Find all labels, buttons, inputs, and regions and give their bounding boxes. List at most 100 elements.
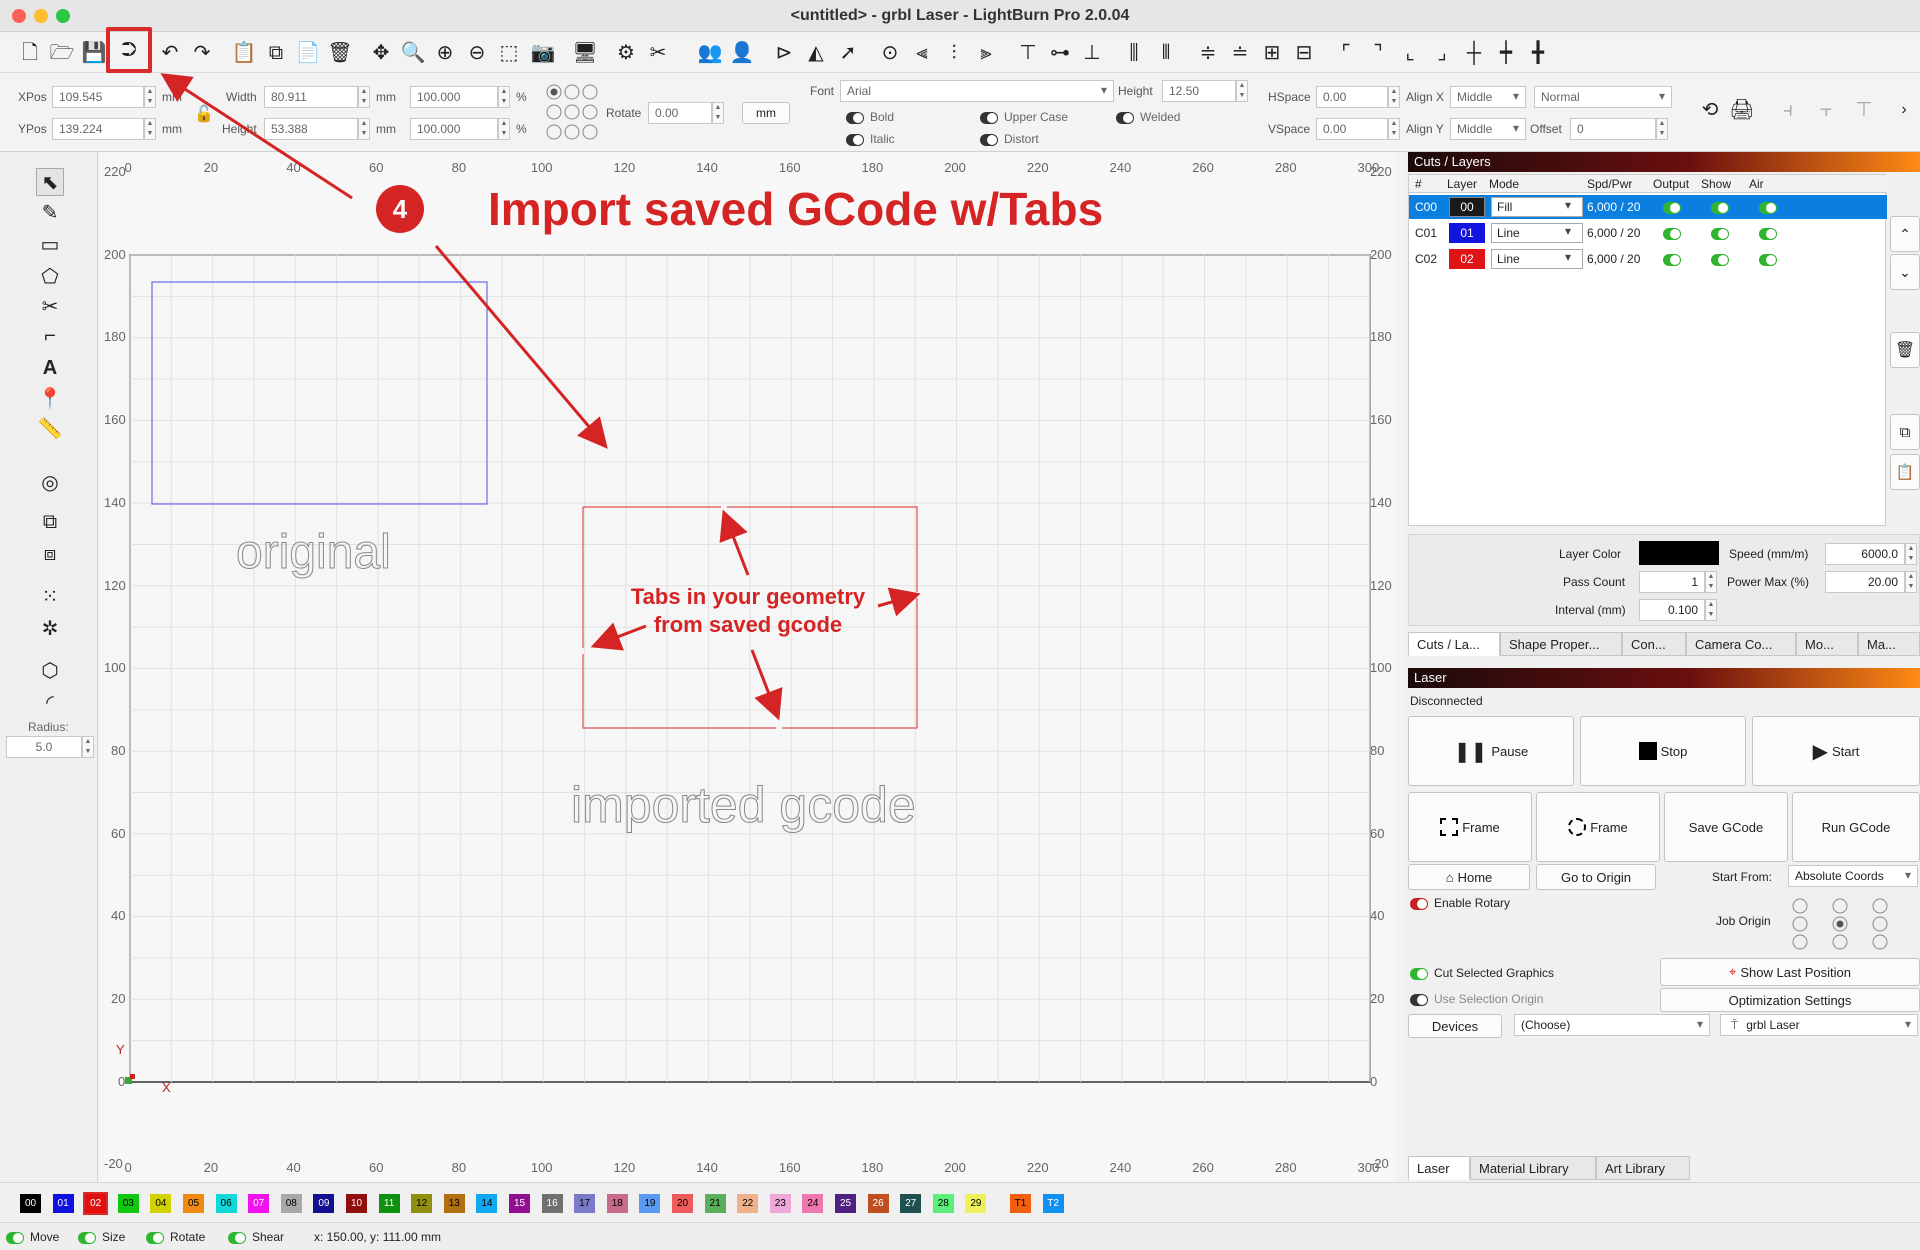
align-y-select[interactable]: Middle [1450,118,1526,140]
cross-a-icon[interactable]: ┼ [1460,39,1488,67]
align-middle-icon[interactable]: ⊶ [1046,39,1074,67]
tab-shape-properties[interactable]: Shape Proper... [1500,632,1622,656]
palette-swatch-04[interactable]: 04 [150,1194,172,1213]
refresh-icon[interactable]: ⟲ [1696,96,1724,124]
palette-swatch-27[interactable]: 27 [900,1194,922,1213]
cut-selected-toggle[interactable]: Cut Selected Graphics [1410,966,1554,980]
zoom-out-icon[interactable]: ⊖ [463,39,491,67]
palette-swatch-11[interactable]: 11 [378,1194,400,1213]
italic-toggle[interactable]: Italic [846,132,895,146]
hspace-field[interactable]: 0.00 [1316,86,1388,108]
frame-round-button[interactable]: Frame [1536,792,1660,862]
table-row[interactable]: C01 01 Line ▾ 6,000 / 20 [1409,221,1887,245]
align-left-icon[interactable]: ⫷ [908,39,936,67]
dock-b-icon[interactable]: ⊟ [1290,39,1318,67]
palette-swatch-06[interactable]: 06 [215,1194,237,1213]
align-x-select[interactable]: Middle [1450,86,1526,108]
palette-swatch-25[interactable]: 25 [835,1194,856,1213]
zoom-in-icon[interactable]: ⊕ [431,39,459,67]
dock-right-icon[interactable]: ⫟ [1812,96,1840,124]
pass-count-spinner[interactable]: ▲ ▼ [1705,571,1717,593]
offset-spinner[interactable]: ▲ ▼ [1656,118,1668,140]
corner-radius-icon[interactable]: ◜ [36,688,64,716]
air-toggle[interactable] [1759,252,1783,266]
use-selection-origin-toggle[interactable]: Use Selection Origin [1410,992,1543,1006]
radius-field[interactable]: 5.0 [6,736,82,758]
grid-array-icon[interactable]: ⁙ [36,582,64,610]
imported-gcode-text[interactable]: imported gcode [565,774,985,836]
palette-swatch-01[interactable]: 01 [52,1194,74,1213]
save-gcode-button[interactable]: Save GCode [1664,792,1788,862]
corner-tl-icon[interactable]: ⌜ [1332,39,1360,67]
speed-spinner[interactable]: ▲ ▼ [1905,543,1917,565]
copy-icon[interactable]: ⧉ [262,39,290,67]
hspace-spinner[interactable]: ▲ ▼ [1388,86,1400,108]
output-toggle[interactable] [1663,252,1687,266]
settings-icon[interactable]: ⚙ [612,39,640,67]
port-select[interactable]: (Choose) [1514,1014,1710,1036]
output-toggle[interactable] [1663,200,1687,214]
table-row[interactable]: C00 00 Fill ▾ 6,000 / 20 [1409,195,1887,219]
lock-icon[interactable]: 🔓 [194,104,214,124]
air-toggle[interactable] [1759,200,1783,214]
palette-swatch-19[interactable]: 19 [639,1194,661,1213]
palette-swatch-18[interactable]: 18 [606,1194,628,1213]
width-spinner[interactable]: ▲ ▼ [358,86,370,108]
scale-height-field[interactable]: 100.000 [410,118,498,140]
power-max-field[interactable]: 20.00 [1825,571,1905,593]
tab-material-library[interactable]: Material Library [1470,1156,1596,1180]
group-icon[interactable]: 👥 [696,39,724,67]
output-toggle[interactable] [1663,226,1687,240]
text-tool-icon[interactable]: A [36,354,64,382]
align-center-icon[interactable]: ⫶ [940,39,968,67]
enable-rotary-toggle[interactable]: Enable Rotary [1410,896,1510,910]
user-icon[interactable]: 👤 [728,39,756,67]
tab-material[interactable]: Ma... [1858,632,1920,656]
rotate-spinner[interactable]: ▲ ▼ [712,102,724,124]
corner-bl-icon[interactable]: ⌞ [1396,39,1424,67]
radius-spinner[interactable]: ▲ ▼ [82,736,94,758]
devices-button[interactable]: Devices [1408,1014,1502,1038]
distribute-h-icon[interactable]: ⫼ [1120,39,1148,67]
circular-array-icon[interactable]: ✲ [36,614,64,642]
rotate-field[interactable]: 0.00 [648,102,712,124]
tab-cuts-layers[interactable]: Cuts / La... [1408,632,1500,656]
align-bottom-icon[interactable]: ⊥ [1078,39,1106,67]
show-toggle[interactable] [1711,200,1735,214]
power-max-spinner[interactable]: ▲ ▼ [1905,571,1917,593]
font-height-field[interactable]: 12.50 [1162,80,1236,102]
show-toggle[interactable] [1711,252,1735,266]
interval-spinner[interactable]: ▲ ▼ [1705,599,1717,621]
scale-height-spinner[interactable]: ▲ ▼ [498,118,510,140]
palette-swatch-22[interactable]: 22 [737,1194,759,1213]
dock-top-icon[interactable]: ⊤ [1850,96,1878,124]
palette-swatch-13[interactable]: 13 [443,1194,465,1213]
xpos-field[interactable]: 109.545 [52,86,144,108]
position-tool-icon[interactable]: 📍 [36,384,64,412]
tab-console[interactable]: Con... [1622,632,1686,656]
palette-swatch-17[interactable]: 17 [574,1194,596,1213]
start-from-select[interactable]: Absolute Coords [1788,865,1918,887]
font-select[interactable]: Arial [840,80,1114,102]
frame-rect-button[interactable]: Frame [1408,792,1532,862]
target-icon[interactable]: ⊙ [876,39,904,67]
table-row[interactable]: C02 02 Line ▾ 6,000 / 20 [1409,247,1887,271]
save-icon[interactable]: 💾 [80,39,108,67]
job-origin-grid[interactable] [1788,896,1908,952]
welded-toggle[interactable]: Welded [1116,110,1180,124]
undo-icon[interactable]: ↶ [156,39,184,67]
palette-swatch-16[interactable]: 16 [541,1194,563,1213]
offset-field[interactable]: 0 [1570,118,1656,140]
copy-layer-icon[interactable]: ⧉ [1890,414,1920,450]
distribute-v-icon[interactable]: ⦀ [1152,39,1180,67]
text-mode-select[interactable]: Normal [1534,86,1672,108]
palette-swatch-29[interactable]: 29 [965,1194,987,1213]
tools-icon[interactable]: ✂ [644,39,672,67]
zoom-fit-icon[interactable]: 🔍 [399,39,427,67]
open-folder-icon[interactable]: 🗁 [48,39,76,67]
shear-toggle[interactable]: Shear [228,1230,284,1244]
polygon-tool-icon[interactable]: ⬠ [36,262,64,290]
align-right-icon[interactable]: ⫸ [972,39,1000,67]
paste-layer-icon[interactable]: 📋 [1890,454,1920,490]
layer-color-swatch[interactable] [1639,541,1719,565]
